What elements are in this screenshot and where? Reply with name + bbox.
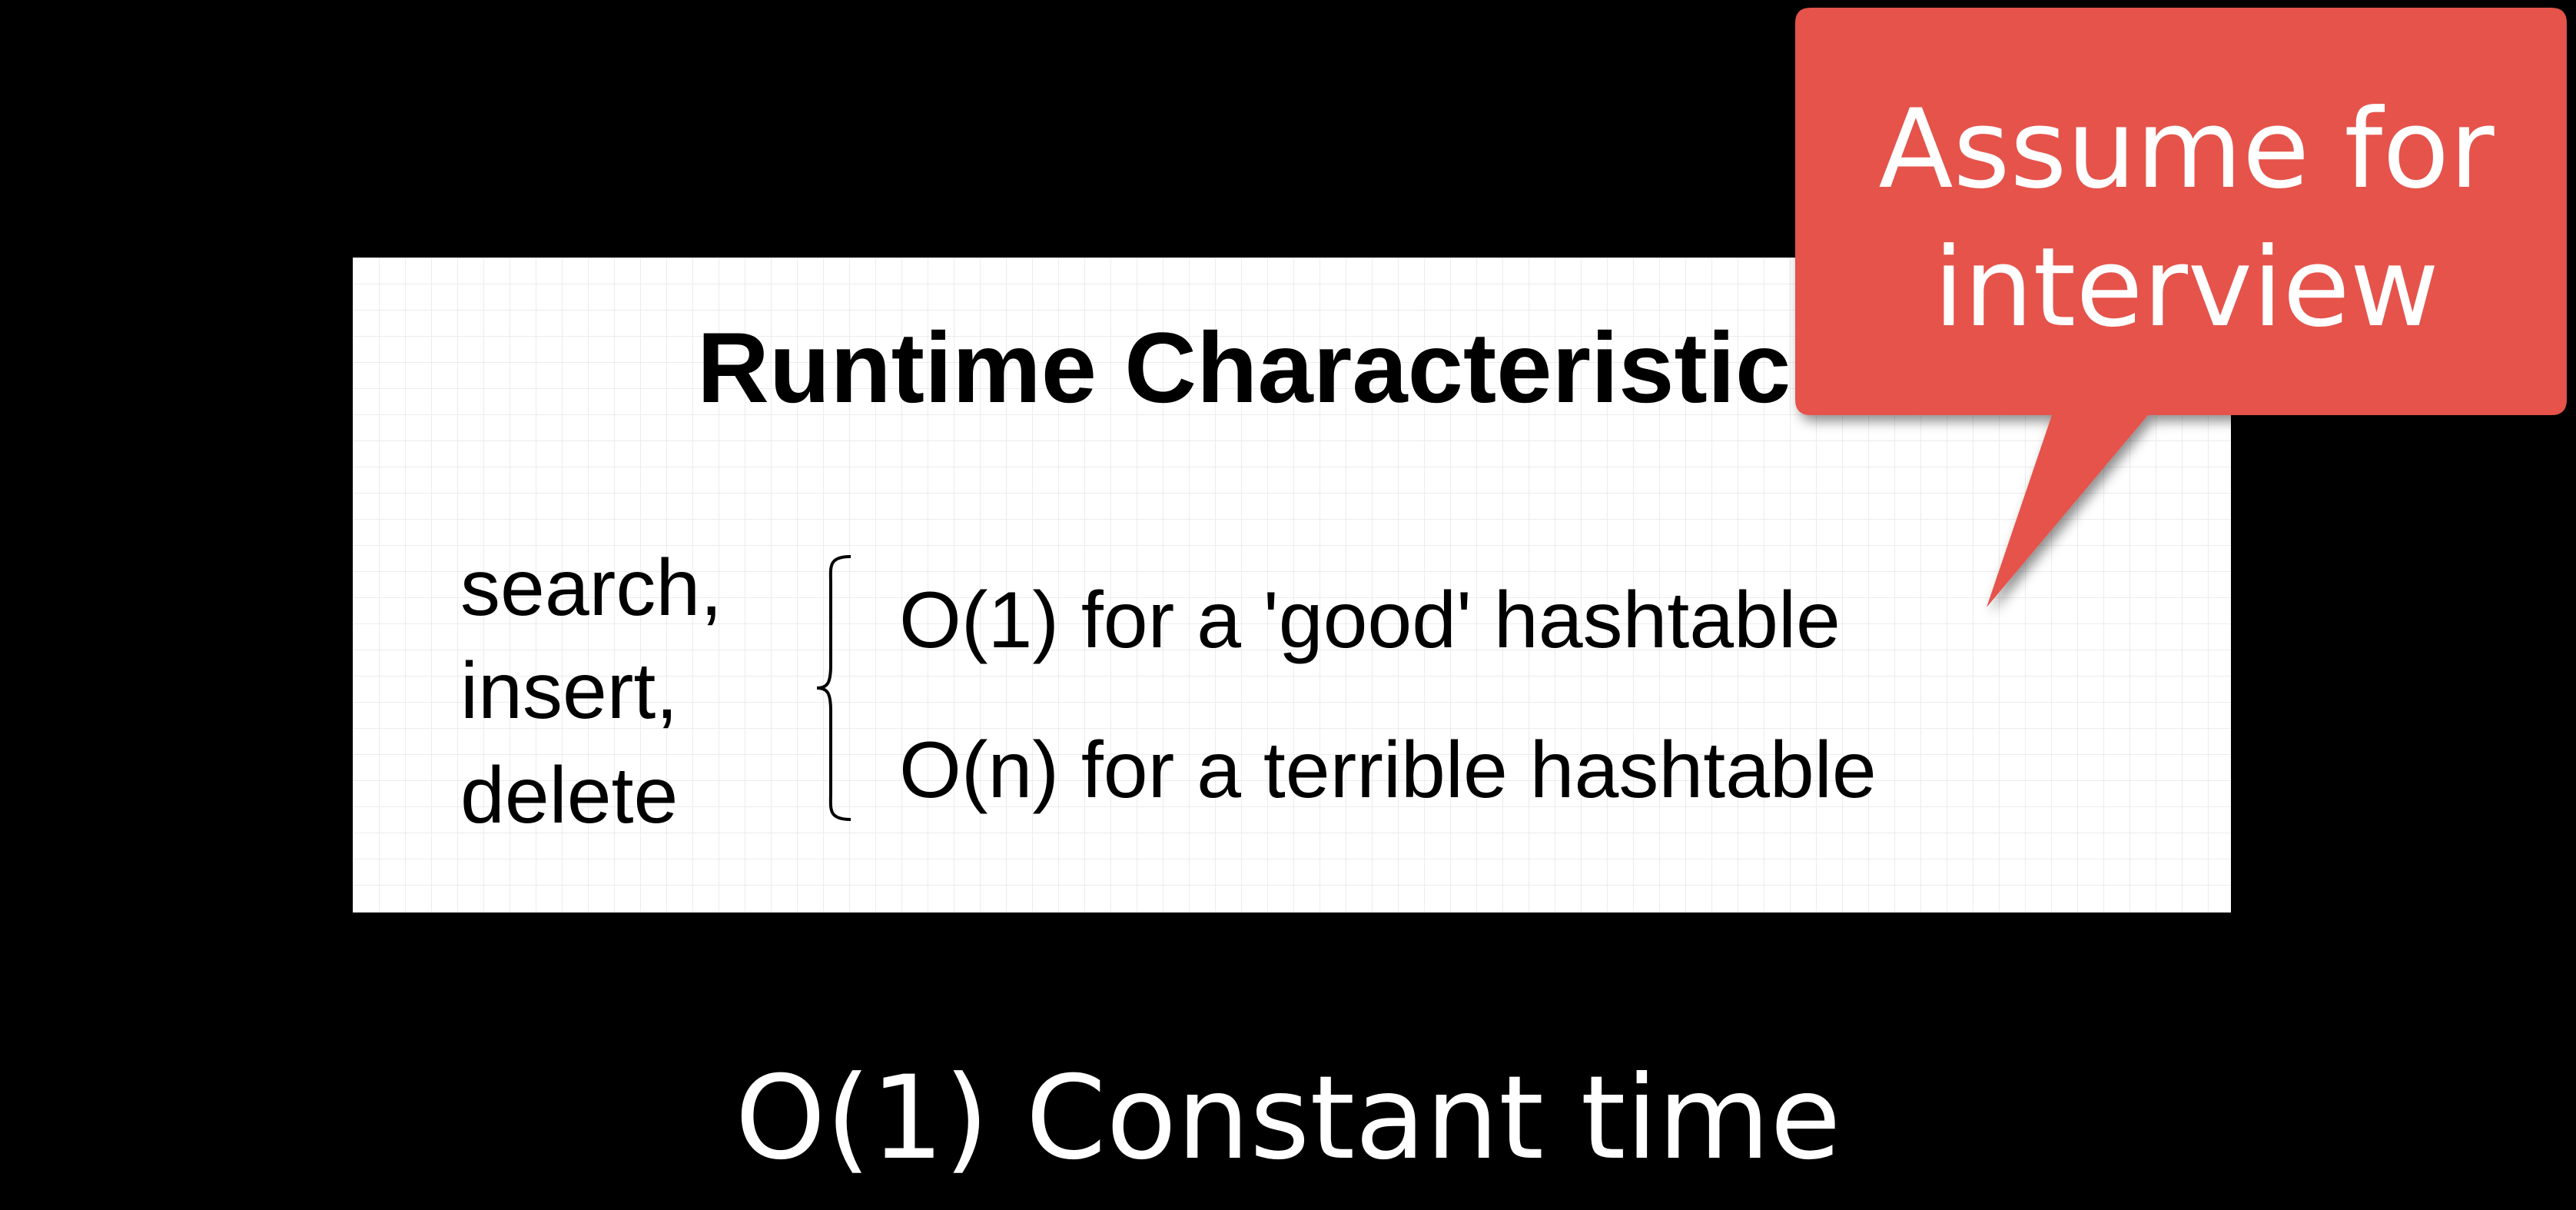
card-title: Runtime Characteristic <box>697 311 1791 424</box>
callout-line-2: interview <box>1934 224 2439 351</box>
callout-text: Assume for interview <box>1814 81 2559 357</box>
case-terrible-hashtable: O(n) for a terrible hashtable <box>899 726 1877 815</box>
operation-delete: delete <box>460 751 679 840</box>
slide: Runtime Characteristic search, insert, d… <box>0 0 2576 1210</box>
caption: O(1) Constant time <box>735 1052 1841 1185</box>
curly-brace-icon <box>816 555 851 821</box>
operation-insert: insert, <box>460 647 679 736</box>
callout-line-1: Assume for <box>1878 86 2495 213</box>
operation-search: search, <box>460 544 723 633</box>
case-good-hashtable: O(1) for a 'good' hashtable <box>899 576 1841 665</box>
